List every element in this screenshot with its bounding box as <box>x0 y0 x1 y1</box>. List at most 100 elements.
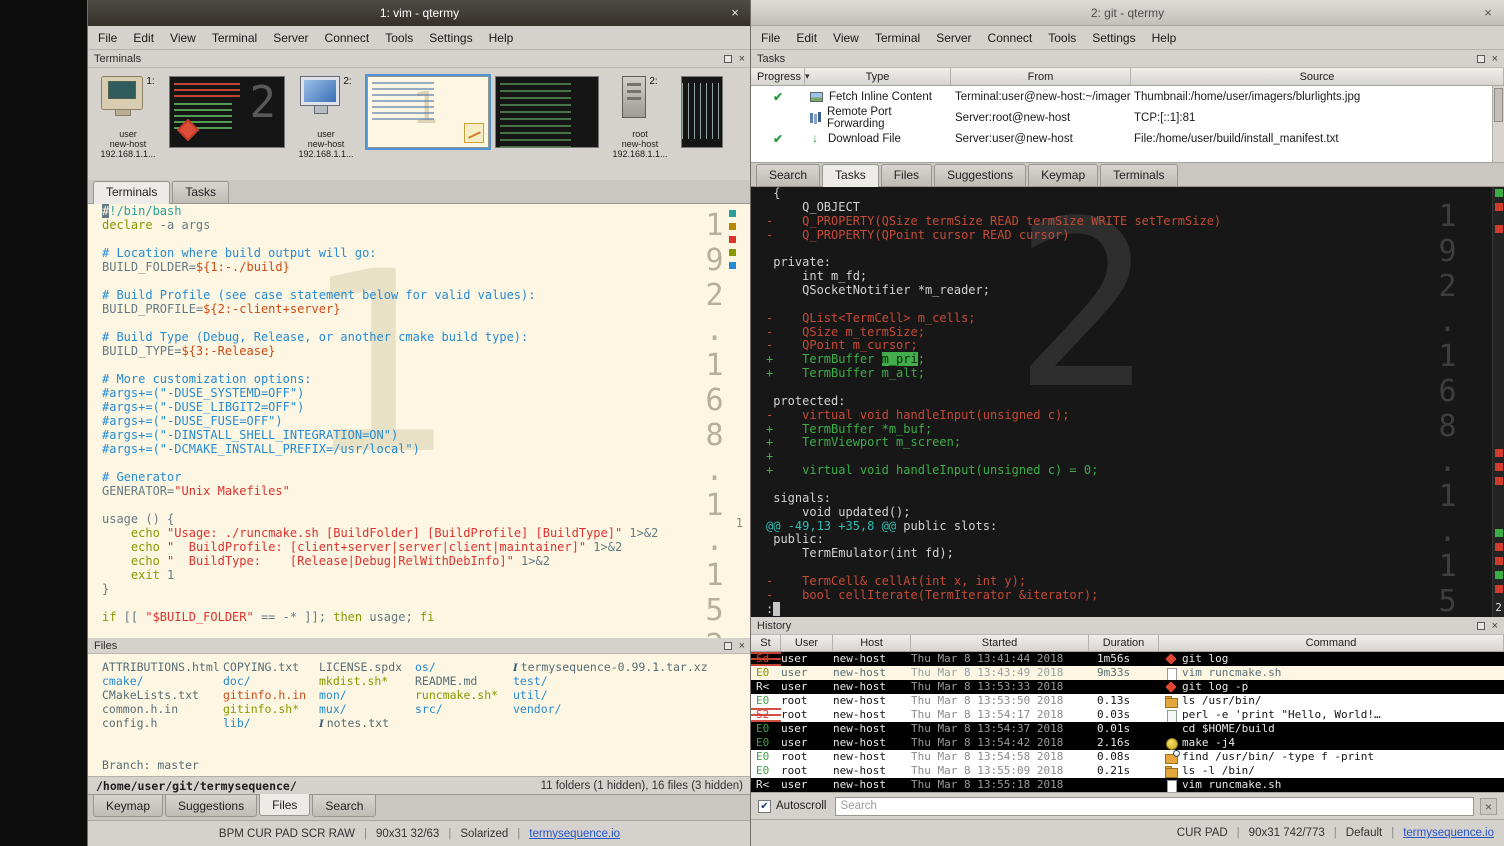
menu-server[interactable]: Server <box>265 28 316 48</box>
menu-connect[interactable]: Connect <box>317 28 378 48</box>
file-entry[interactable]: CMakeLists.txt <box>102 688 223 702</box>
terminal-thumbnail-3[interactable] <box>495 76 599 148</box>
column-header-user[interactable]: User <box>781 635 833 651</box>
menu-file[interactable]: File <box>753 28 788 48</box>
tab-terminals[interactable]: Terminals <box>93 181 170 204</box>
file-entry[interactable]: config.h <box>102 716 223 730</box>
close-window-icon[interactable]: × <box>1479 4 1497 22</box>
file-entry[interactable]: runcmake.sh* <box>415 688 513 702</box>
file-entry[interactable]: test/ <box>513 674 751 688</box>
history-row[interactable]: Sdusernew-hostThu Mar 8 13:41:44 20181m5… <box>751 652 1504 666</box>
website-link[interactable]: termysequence.io <box>529 828 620 840</box>
server-item-1[interactable]: 1: user new-host 192.168.1.1... <box>93 73 163 159</box>
float-dock-icon[interactable] <box>724 642 732 650</box>
tab-tasks[interactable]: Tasks <box>172 181 229 203</box>
history-row[interactable]: E0rootnew-hostThu Mar 8 13:53:50 20180.1… <box>751 694 1504 708</box>
close-dock-icon[interactable]: × <box>739 642 745 650</box>
task-row[interactable]: Remote Port ForwardingServer:root@new-ho… <box>751 107 1504 128</box>
titlebar-left[interactable]: 1: vim - qtermy × <box>88 0 751 26</box>
file-entry[interactable]: mkdist.sh* <box>319 674 415 688</box>
menu-help[interactable]: Help <box>481 28 522 48</box>
tab-keymap[interactable]: Keymap <box>93 795 163 817</box>
file-entry[interactable]: ATTRIBUTIONS.html <box>102 660 223 674</box>
server-item-2[interactable]: 2: user new-host 192.168.1.1... <box>291 73 361 159</box>
file-entry[interactable]: LICENSE.spdx <box>319 660 415 674</box>
file-entry[interactable]: doc/ <box>223 674 319 688</box>
file-entry[interactable]: Inotes.txt <box>319 716 415 730</box>
menu-terminal[interactable]: Terminal <box>204 28 265 48</box>
float-dock-icon[interactable] <box>724 55 732 63</box>
menu-edit[interactable]: Edit <box>125 28 162 48</box>
menu-edit[interactable]: Edit <box>788 28 825 48</box>
menu-help[interactable]: Help <box>1144 28 1185 48</box>
history-row[interactable]: R<usernew-hostThu Mar 8 13:53:33 2018git… <box>751 680 1504 694</box>
task-row[interactable]: ✔Fetch Inline ContentTerminal:user@new-h… <box>751 86 1504 107</box>
column-header-started[interactable]: Started <box>911 635 1089 651</box>
float-dock-icon[interactable] <box>1477 622 1485 630</box>
column-header-duration[interactable]: Duration <box>1089 635 1159 651</box>
float-dock-icon[interactable] <box>1477 55 1485 63</box>
menu-connect[interactable]: Connect <box>980 28 1041 48</box>
column-header-from[interactable]: From <box>951 68 1131 85</box>
menu-settings[interactable]: Settings <box>421 28 480 48</box>
file-entry[interactable]: gitinfo.sh* <box>223 702 319 716</box>
tab-terminals[interactable]: Terminals <box>1100 164 1177 186</box>
file-entry[interactable]: README.md <box>415 674 513 688</box>
menu-terminal[interactable]: Terminal <box>867 28 928 48</box>
file-entry[interactable]: mon/ <box>319 688 415 702</box>
titlebar-right[interactable]: 2: git - qtermy × <box>751 0 1504 26</box>
menu-tools[interactable]: Tools <box>377 28 421 48</box>
column-header-source[interactable]: Source <box>1131 68 1504 85</box>
tab-suggestions[interactable]: Suggestions <box>165 795 257 817</box>
file-entry[interactable]: vendor/ <box>513 702 751 716</box>
scrollbar-thumb[interactable] <box>1494 88 1503 122</box>
server-item-root[interactable]: 2: root new-host 192.168.1.1... <box>605 73 675 159</box>
menu-view[interactable]: View <box>825 28 867 48</box>
history-row[interactable]: E0rootnew-hostThu Mar 8 13:55:09 20180.2… <box>751 764 1504 778</box>
close-dock-icon[interactable]: × <box>1492 622 1498 630</box>
file-entry[interactable]: mux/ <box>319 702 415 716</box>
tab-search[interactable]: Search <box>312 795 376 817</box>
terminal-thumbnail-2[interactable]: 2 <box>169 76 285 148</box>
column-header-command[interactable]: Command <box>1159 635 1504 651</box>
history-row[interactable]: E0usernew-hostThu Mar 8 13:43:49 20189m3… <box>751 666 1504 680</box>
close-dock-icon[interactable]: × <box>1492 55 1498 63</box>
menu-server[interactable]: Server <box>928 28 979 48</box>
file-entry[interactable]: os/ <box>415 660 513 674</box>
close-dock-icon[interactable]: × <box>739 55 745 63</box>
current-directory[interactable]: /home/user/git/termysequence/ <box>96 779 297 793</box>
close-search-icon[interactable]: × <box>1480 798 1497 815</box>
vim-terminal[interactable]: 1 192.168.1.152 #!/bin/bashdeclare -a ar… <box>88 204 751 638</box>
history-row[interactable]: E0rootnew-hostThu Mar 8 13:54:58 20180.0… <box>751 750 1504 764</box>
task-row[interactable]: ✔Download FileServer:user@new-hostFile:/… <box>751 128 1504 149</box>
tab-search[interactable]: Search <box>756 164 820 186</box>
menu-view[interactable]: View <box>162 28 204 48</box>
close-window-icon[interactable]: × <box>726 4 744 22</box>
terminal-thumbnail-1-selected[interactable]: 1 <box>367 76 489 148</box>
file-entry[interactable]: util/ <box>513 688 751 702</box>
file-entry[interactable]: src/ <box>415 702 513 716</box>
history-search-input[interactable] <box>835 797 1475 816</box>
column-header-type[interactable]: Type <box>805 68 951 85</box>
website-link[interactable]: termysequence.io <box>1403 827 1494 839</box>
file-entry[interactable]: gitinfo.h.in <box>223 688 319 702</box>
git-terminal[interactable]: 2 192.168.1.152 { Q_OBJECT- Q_PROPERTY(Q… <box>751 187 1504 617</box>
history-row[interactable]: E0usernew-hostThu Mar 8 13:54:37 20180.0… <box>751 722 1504 736</box>
autoscroll-checkbox[interactable]: ✔ Autoscroll <box>758 800 827 813</box>
tasks-scrollbar[interactable] <box>1492 86 1504 162</box>
file-entry[interactable]: Itermysequence-0.99.1.tar.xz <box>513 660 751 674</box>
history-row[interactable]: S2rootnew-hostThu Mar 8 13:54:17 20180.0… <box>751 708 1504 722</box>
file-entry[interactable]: COPYING.txt <box>223 660 319 674</box>
column-header-host[interactable]: Host <box>833 635 911 651</box>
file-entry[interactable]: lib/ <box>223 716 319 730</box>
history-row[interactable]: R<usernew-hostThu Mar 8 13:55:18 2018vim… <box>751 778 1504 792</box>
menu-file[interactable]: File <box>90 28 125 48</box>
terminal-scrollbar[interactable]: 2 <box>1492 187 1504 617</box>
tab-files[interactable]: Files <box>881 164 932 186</box>
tab-suggestions[interactable]: Suggestions <box>934 164 1026 186</box>
tab-keymap[interactable]: Keymap <box>1028 164 1098 186</box>
column-header-st[interactable]: St <box>751 635 781 651</box>
menu-settings[interactable]: Settings <box>1084 28 1143 48</box>
tab-files[interactable]: Files <box>259 794 310 816</box>
tab-tasks[interactable]: Tasks <box>822 164 879 187</box>
